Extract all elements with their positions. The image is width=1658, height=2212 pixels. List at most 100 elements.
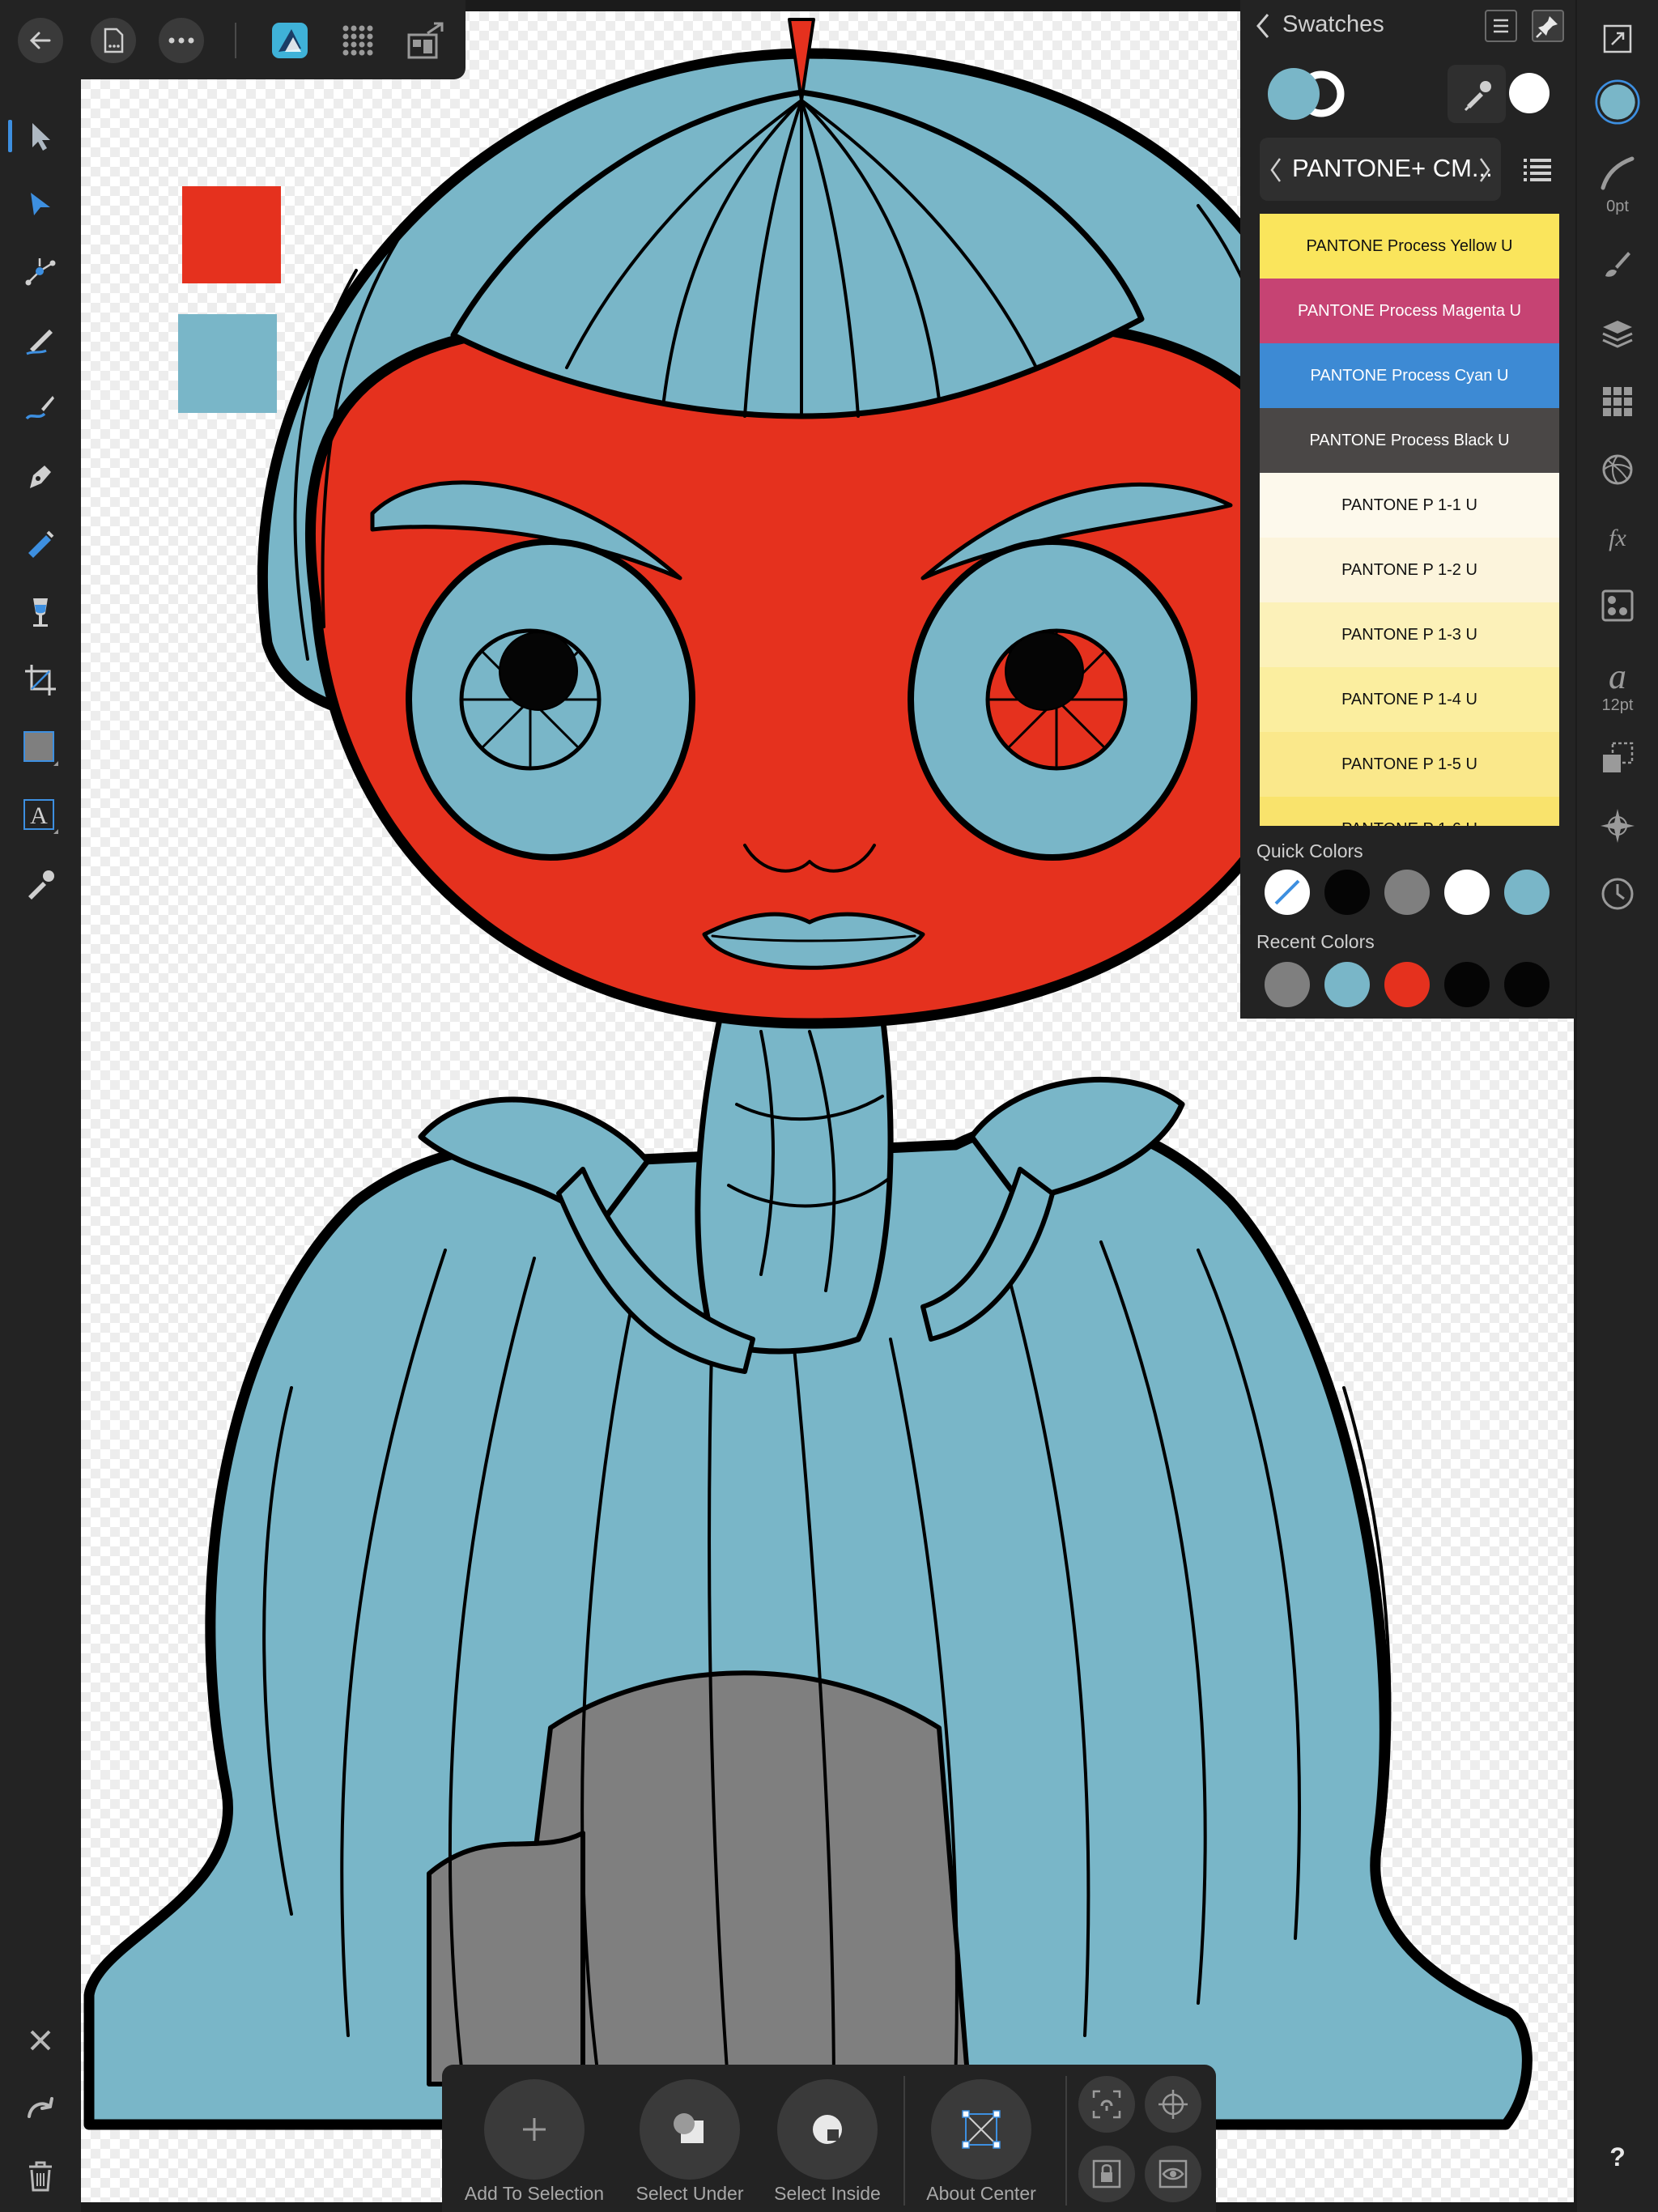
swatch-name: PANTONE P 1-4 U: [1341, 690, 1477, 708]
swatch-name: PANTONE Process Yellow U: [1306, 236, 1513, 255]
swatch-row[interactable]: PANTONE P 1-2 U: [1260, 538, 1559, 602]
pixel-persona-icon[interactable]: [335, 18, 380, 63]
recent-color-swatch[interactable]: [1265, 962, 1310, 1007]
swatch-row[interactable]: PANTONE P 1-3 U: [1260, 602, 1559, 667]
effects-panel-icon[interactable]: fx: [1595, 515, 1640, 560]
text-styles-icon[interactable]: a: [1595, 653, 1640, 698]
font-size-label: 12pt: [1601, 696, 1634, 714]
styles-panel-icon[interactable]: [1595, 583, 1640, 628]
swatch-row[interactable]: PANTONE P 1-5 U: [1260, 732, 1559, 797]
select-under-icon: [674, 2113, 704, 2143]
about-center-button[interactable]: [931, 2079, 1031, 2180]
red-color-sample[interactable]: [182, 186, 281, 283]
recent-color-swatch[interactable]: [1384, 962, 1430, 1007]
right-studio-bar: 0pt fx a 12pt ?: [1577, 0, 1658, 2212]
swatch-name: PANTONE P 1-6 U: [1341, 820, 1477, 827]
recent-color-swatch[interactable]: [1444, 962, 1490, 1007]
swatch-name: PANTONE Process Black U: [1309, 431, 1510, 449]
context-toolbar: Add To Selection Select Under Select Ins…: [442, 2065, 1216, 2212]
swatch-name: PANTONE P 1-3 U: [1341, 625, 1477, 644]
color-picker-button[interactable]: [1448, 65, 1506, 123]
close-icon[interactable]: [18, 2018, 63, 2063]
fill-tool-icon[interactable]: [18, 521, 63, 567]
swatch-row[interactable]: PANTONE P 1-4 U: [1260, 667, 1559, 732]
color-picker-tool-icon[interactable]: [18, 861, 63, 907]
list-view-icon[interactable]: [1517, 149, 1558, 189]
fill-stroke-well[interactable]: [1265, 65, 1354, 123]
swatch-name: PANTONE Process Magenta U: [1297, 301, 1522, 320]
quick-color-swatch[interactable]: [1324, 870, 1370, 915]
svg-text:a: a: [1609, 657, 1626, 693]
swatches-panel: Swatches PANTONE+ CM... PANTONE Process …: [1240, 0, 1575, 1019]
context-divider: [1065, 2076, 1067, 2206]
navigator-panel-icon[interactable]: [1595, 803, 1640, 849]
stroke-width-label: 0pt: [1606, 198, 1629, 215]
transform-panel-icon[interactable]: [1595, 735, 1640, 781]
swatch-row[interactable]: PANTONE Process Cyan U: [1260, 343, 1559, 408]
quick-color-swatch[interactable]: [1504, 870, 1550, 915]
export-persona-icon[interactable]: [403, 18, 449, 63]
layers-panel-icon[interactable]: [1595, 311, 1640, 356]
next-palette-icon[interactable]: [1477, 155, 1493, 185]
move-tool-icon[interactable]: [8, 113, 63, 159]
swatch-name: PANTONE Process Cyan U: [1310, 366, 1509, 385]
no-color-swatch-icon[interactable]: [1265, 870, 1310, 915]
appearance-panel-icon[interactable]: [1595, 447, 1640, 492]
palette-selector[interactable]: PANTONE+ CM...: [1260, 138, 1501, 201]
snapping-icon[interactable]: [1078, 2076, 1135, 2133]
recent-colors-label: Recent Colors: [1256, 931, 1375, 952]
about-center-label: About Center: [926, 2183, 1036, 2204]
pencil-tool-icon[interactable]: [18, 317, 63, 363]
swatch-row[interactable]: PANTONE Process Black U: [1260, 408, 1559, 473]
panel-menu-icon[interactable]: [1485, 10, 1517, 42]
quick-color-swatch[interactable]: [1444, 870, 1490, 915]
select-under-button[interactable]: [640, 2079, 740, 2180]
select-inside-button[interactable]: [777, 2079, 878, 2180]
vector-brush-tool-icon[interactable]: [18, 385, 63, 431]
color-panel-icon[interactable]: [1595, 79, 1640, 125]
swatch-row[interactable]: PANTONE Process Magenta U: [1260, 279, 1559, 343]
help-button[interactable]: ?: [1577, 2142, 1658, 2172]
stroke-panel-icon[interactable]: [1595, 151, 1640, 196]
swatch-row[interactable]: PANTONE Process Yellow U: [1260, 214, 1559, 279]
brushes-panel-icon[interactable]: [1595, 241, 1640, 287]
fullscreen-icon[interactable]: [1595, 16, 1640, 62]
recent-color-swatch[interactable]: [1504, 962, 1550, 1007]
swatch-list[interactable]: PANTONE Process Yellow U PANTONE Process …: [1260, 214, 1559, 826]
svg-text:A: A: [30, 802, 48, 829]
recent-color-swatch[interactable]: [1324, 962, 1370, 1007]
history-panel-icon[interactable]: [1595, 871, 1640, 917]
crop-tool-icon[interactable]: [18, 657, 63, 703]
swatches-grid-icon[interactable]: [1595, 379, 1640, 424]
swatch-row[interactable]: PANTONE P 1-6 U: [1260, 797, 1559, 826]
stroke-color-dot[interactable]: [1509, 73, 1550, 113]
add-to-selection-button[interactable]: [484, 2079, 585, 2180]
pen-tool-icon[interactable]: [18, 453, 63, 499]
target-icon[interactable]: [1145, 2076, 1201, 2133]
document-icon[interactable]: [91, 18, 136, 63]
svg-text:fx: fx: [1609, 525, 1626, 551]
previous-palette-icon[interactable]: [1268, 155, 1284, 185]
undo-icon[interactable]: [18, 2086, 63, 2131]
swatch-name: PANTONE P 1-2 U: [1341, 560, 1477, 579]
more-options-icon[interactable]: [159, 18, 204, 63]
swatch-name: PANTONE P 1-1 U: [1341, 496, 1477, 514]
back-arrow-icon[interactable]: [18, 18, 63, 63]
panel-back-chevron-icon[interactable]: [1252, 11, 1274, 40]
delete-icon[interactable]: [18, 2154, 63, 2199]
pin-panel-icon[interactable]: [1532, 10, 1564, 42]
swatch-row[interactable]: PANTONE P 1-1 U: [1260, 473, 1559, 538]
blue-color-sample[interactable]: [178, 314, 277, 413]
quick-color-swatch[interactable]: [1384, 870, 1430, 915]
rectangle-tool-icon[interactable]: [18, 725, 63, 771]
palette-name: PANTONE+ CM...: [1292, 154, 1493, 182]
corner-tool-icon[interactable]: [18, 249, 63, 295]
node-tool-icon[interactable]: [18, 181, 63, 227]
transparency-tool-icon[interactable]: [18, 589, 63, 635]
panel-title: Swatches: [1282, 11, 1384, 37]
visibility-icon[interactable]: [1145, 2146, 1201, 2202]
artistic-text-tool-icon[interactable]: A: [18, 793, 63, 839]
lock-children-icon[interactable]: [1078, 2146, 1135, 2202]
designer-persona-icon[interactable]: [267, 18, 312, 63]
select-inside-icon: [813, 2115, 842, 2144]
